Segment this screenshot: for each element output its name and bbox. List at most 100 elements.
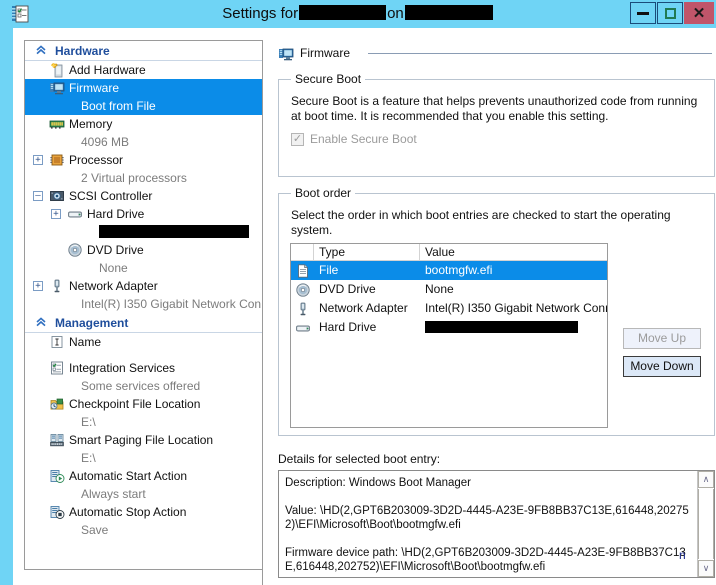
boot-order-row[interactable]: DVD Drive None — [291, 280, 607, 299]
pane-header-label: Firmware — [300, 46, 356, 60]
pane-header: Firmware — [276, 44, 714, 66]
name-icon — [49, 334, 65, 350]
scroll-down-icon[interactable]: ∨ — [698, 560, 714, 577]
dvd-drive-icon — [67, 242, 83, 258]
sidebar-item-dvd-drive[interactable]: DVD Drive None — [25, 241, 263, 277]
sidebar-item-row[interactable]: + Processor — [25, 151, 263, 169]
secure-boot-group: Secure Boot Secure Boot is a feature tha… — [278, 72, 715, 177]
boot-order-table[interactable]: Type Value File bootmgfw.efi DVD Drive None… — [290, 243, 608, 428]
integration-services-icon — [49, 360, 65, 376]
scroll-up-icon[interactable]: ∧ — [698, 471, 714, 488]
boot-order-row[interactable]: Network Adapter Intel(R) I350 Gigabit Net… — [291, 299, 607, 318]
sidebar-item-hard-drive[interactable]: + Hard Drive — [25, 205, 263, 241]
expand-icon[interactable]: + — [33, 281, 43, 291]
sidebar-item-label: Automatic Stop Action — [69, 505, 187, 519]
sidebar-item-sublabel: 2 Virtual processors — [81, 171, 187, 185]
boot-order-rows: File bootmgfw.efi DVD Drive None Network Ada… — [291, 261, 607, 337]
sidebar-item-sublabel: Save — [81, 523, 109, 537]
sidebar-item-smart-paging-file-location[interactable]: Smart Paging File Location E:\ — [25, 431, 263, 467]
boot-order-value: Intel(R) I350 Gigabit Network Conne… — [425, 301, 607, 315]
sidebar-item-automatic-start-action[interactable]: Automatic Start Action Always start — [25, 467, 263, 503]
sidebar-item-memory[interactable]: Memory 4096 MB — [25, 115, 263, 151]
sidebar-section-management[interactable]: Management — [25, 313, 263, 333]
sidebar-item-firmware[interactable]: Firmware Boot from File — [25, 79, 263, 115]
expand-icon[interactable]: + — [51, 209, 61, 219]
sidebar-item-sublabel: Boot from File — [25, 97, 263, 115]
sidebar-item-row[interactable]: Automatic Stop Action — [25, 503, 263, 521]
expand-icon[interactable]: + — [33, 155, 43, 165]
sidebar-item-row[interactable]: DVD Drive — [25, 241, 263, 259]
sidebar-item-sublabel: Intel(R) I350 Gigabit Network Con… — [81, 297, 263, 311]
enable-secure-boot-label: Enable Secure Boot — [310, 132, 417, 146]
collapse-icon[interactable]: – — [33, 191, 43, 201]
network-adapter-icon — [49, 278, 65, 294]
maximize-button[interactable] — [657, 2, 683, 24]
boot-order-row[interactable]: Hard Drive — [291, 318, 607, 337]
enable-secure-boot-row[interactable]: ✓ Enable Secure Boot — [291, 132, 704, 146]
chevron-up-icon — [35, 44, 47, 58]
sidebar-item-label: Add Hardware — [69, 63, 146, 77]
smart-paging-icon — [49, 432, 65, 448]
sidebar-item-row[interactable]: Smart Paging File Location — [25, 431, 263, 449]
boot-order-type: File — [319, 263, 339, 277]
firmware-icon — [278, 46, 294, 62]
sidebar-item-automatic-stop-action[interactable]: Automatic Stop Action Save — [25, 503, 263, 539]
sidebar-item-add-hardware[interactable]: Add Hardware — [25, 61, 263, 79]
sidebar-item-sublabel: Some services offered — [81, 379, 201, 393]
scrollbar-track[interactable] — [698, 489, 714, 559]
redacted-vm-name — [299, 5, 387, 20]
sidebar-item-label: Firmware — [69, 81, 119, 95]
sidebar-item-row[interactable]: – SCSI Controller — [25, 187, 263, 205]
sidebar-item-row[interactable]: Firmware — [25, 79, 263, 97]
checkmark-icon: ✓ — [292, 132, 303, 145]
close-button[interactable]: ✕ — [684, 2, 714, 24]
sidebar-item-label: Name — [69, 335, 102, 349]
sidebar-item-row[interactable]: + Network Adapter — [25, 277, 263, 295]
sidebar-item-label: Integration Services — [69, 361, 176, 375]
hard-drive-icon — [291, 320, 314, 336]
boot-order-legend: Boot order — [295, 186, 352, 200]
settings-detail-pane: Firmware Secure Boot Secure Boot is a fe… — [262, 40, 715, 585]
maximize-icon — [664, 7, 676, 19]
move-up-button[interactable]: Move Up — [623, 328, 701, 349]
sidebar-item-row[interactable]: Automatic Start Action — [25, 467, 263, 485]
network-adapter-icon — [291, 301, 314, 317]
enable-secure-boot-checkbox[interactable]: ✓ — [291, 132, 304, 146]
sidebar-item-label: SCSI Controller — [69, 189, 153, 203]
sidebar-item-row[interactable]: Memory — [25, 115, 263, 133]
sidebar-item-scsi-controller[interactable]: – SCSI Controller — [25, 187, 263, 205]
boot-order-type: DVD Drive — [319, 282, 376, 296]
processor-icon — [49, 152, 65, 168]
firmware-icon — [49, 80, 65, 96]
sidebar-item-row[interactable]: + Hard Drive — [25, 205, 263, 223]
sidebar-item-name[interactable]: Name — [25, 333, 263, 351]
sidebar-item-row[interactable]: Add Hardware — [25, 61, 263, 79]
sidebar-item-sublabel: None — [99, 261, 128, 275]
title-mid: on — [387, 5, 404, 22]
auto-stop-icon — [49, 504, 65, 520]
sidebar-item-row[interactable]: Checkpoint File Location — [25, 395, 263, 413]
minimize-button[interactable] — [630, 2, 656, 24]
sidebar-item-processor[interactable]: + Processor 2 Virtual processors — [25, 151, 263, 187]
sidebar-section-hardware[interactable]: Hardware — [25, 41, 263, 61]
sidebar-item-checkpoint-file-location[interactable]: Checkpoint File Location E:\ — [25, 395, 263, 431]
sidebar-item-label: DVD Drive — [87, 243, 144, 257]
add-hardware-icon — [49, 62, 65, 78]
sidebar-section-label: Hardware — [55, 44, 110, 58]
move-down-button[interactable]: Move Down — [623, 356, 701, 377]
sidebar-item-row[interactable]: Name — [25, 333, 263, 351]
sidebar-item-label: Checkpoint File Location — [69, 397, 201, 411]
sidebar-item-integration-services[interactable]: Integration Services Some services offere… — [25, 359, 263, 395]
settings-navigation-tree[interactable]: Hardware Add Hardware Firmware Boot from Fi… — [24, 40, 264, 570]
minimize-icon — [637, 11, 649, 15]
sidebar-item-sublabel: Always start — [81, 487, 146, 501]
boot-order-row[interactable]: File bootmgfw.efi — [291, 261, 607, 280]
details-scrollbar[interactable]: ∧ ∨ — [697, 471, 714, 577]
sidebar-item-network-adapter[interactable]: + Network Adapter Intel(R) I350 Gigabit Ne… — [25, 277, 263, 313]
redacted-host-name — [404, 5, 493, 20]
sidebar-item-row[interactable]: Integration Services — [25, 359, 263, 377]
dvd-drive-icon — [291, 282, 314, 298]
details-box[interactable]: Description: Windows Boot Manager Value:… — [278, 470, 715, 578]
boot-order-header-row: Type Value — [291, 244, 607, 261]
